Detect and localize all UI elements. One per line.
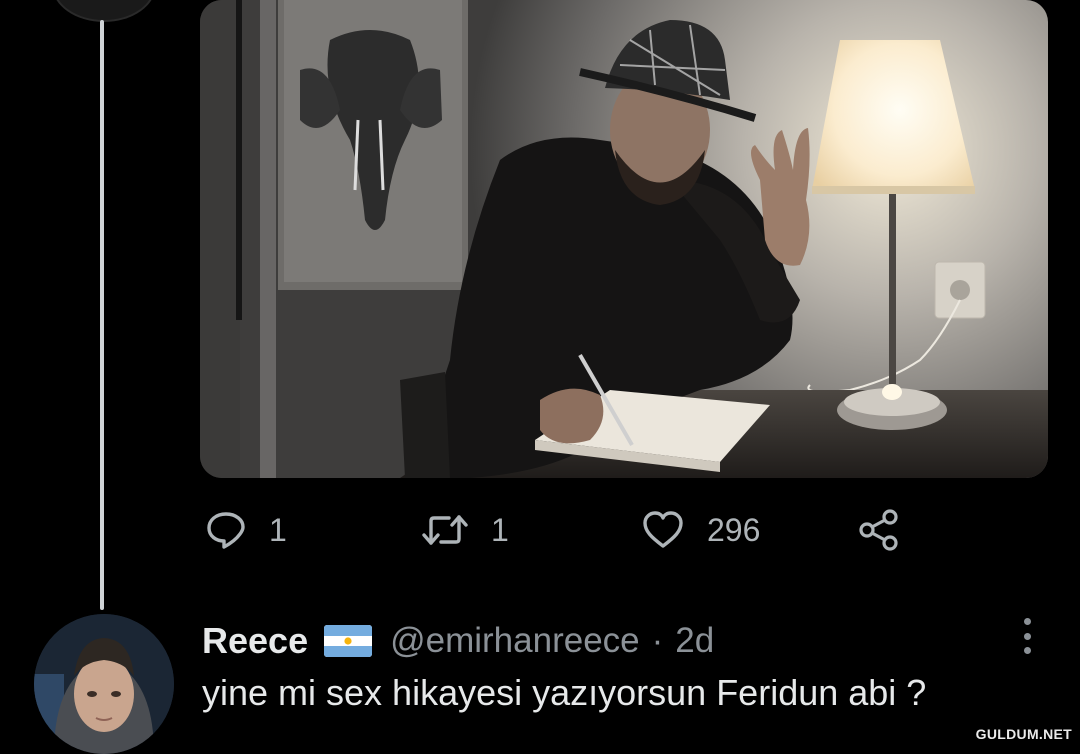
retweet-button[interactable]: 1 [421,506,509,554]
avatar-photo [34,614,174,754]
photo-man-writing-by-lamp [200,0,1048,478]
more-options-icon[interactable] [1016,618,1038,654]
reply-author-avatar[interactable] [34,614,174,754]
argentina-flag-icon [324,625,373,657]
reply-count: 1 [269,511,287,548]
reply-icon [205,509,247,551]
tweet-action-bar: 1 1 296 [205,506,905,554]
retweet-count: 1 [491,511,509,548]
thread-connector-line [100,20,104,610]
reply-author-handle[interactable]: @emirhanreece [390,621,640,661]
share-icon [857,508,901,552]
reply-body-text: yine mi sex hikayesi yazıyorsun Feridun … [202,672,927,713]
reply-header: Reece @emirhanreece · 2d [202,618,714,664]
reply-button[interactable]: 1 [205,506,287,554]
tweet-media-photo[interactable] [200,0,1048,478]
meta-separator: · [651,621,664,660]
reply-timestamp[interactable]: 2d [675,621,714,661]
site-watermark: GULDUM.NET [975,726,1072,742]
reply-author-name[interactable]: Reece [202,620,308,662]
previous-tweet-avatar[interactable] [52,0,156,22]
share-button[interactable] [857,506,901,554]
like-button[interactable]: 296 [641,506,760,554]
heart-icon [641,509,685,551]
like-count: 296 [707,511,761,548]
retweet-icon [421,509,469,551]
